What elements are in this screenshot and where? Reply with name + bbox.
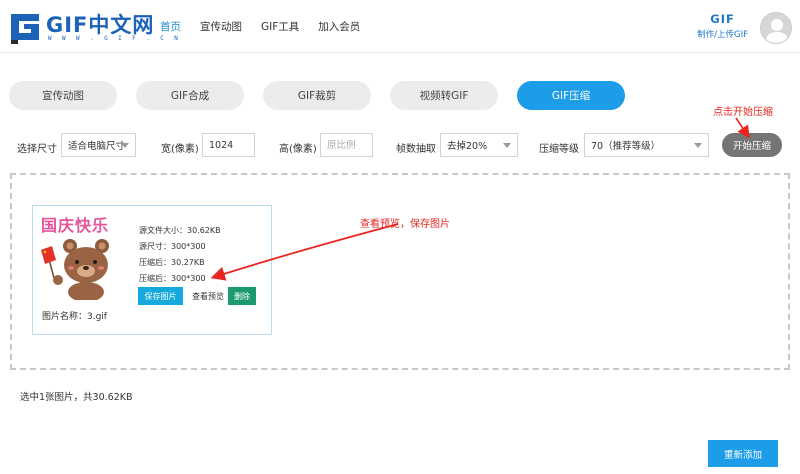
frame-select[interactable]: 去掉20% xyxy=(440,133,518,157)
nav-gif-tools[interactable]: GIF工具 xyxy=(261,19,299,34)
upload-gif-subtitle: 制作/上传GIF xyxy=(697,30,748,40)
chevron-down-icon xyxy=(503,143,511,148)
info-compressed-size: 压缩后：30.27KB xyxy=(139,258,205,267)
image-dropzone[interactable]: 国庆快乐 源文件大小：30.62KB 源尺寸：300*300 压缩后：30.27… xyxy=(10,173,790,370)
delete-button[interactable]: 删除 xyxy=(228,287,256,305)
height-label: 高(像素) xyxy=(279,144,317,155)
tab-gif-compose[interactable]: GIF合成 xyxy=(136,81,244,110)
main-nav: 首页 宣传动图 GIF工具 加入会员 xyxy=(160,0,379,53)
frame-label: 帧数抽取 xyxy=(396,144,436,155)
height-input[interactable] xyxy=(320,133,373,157)
gif-thumbnail[interactable]: 国庆快乐 xyxy=(38,212,126,300)
image-card: 国庆快乐 源文件大小：30.62KB 源尺寸：300*300 压缩后：30.27… xyxy=(32,205,272,335)
image-filename: 图片名称：3.gif xyxy=(42,312,107,322)
tab-promo-gif[interactable]: 宣传动图 xyxy=(9,81,117,110)
width-input[interactable] xyxy=(202,133,255,157)
re-add-button[interactable]: 重新添加 xyxy=(708,440,778,467)
save-image-button[interactable]: 保存图片 xyxy=(138,287,183,305)
frame-select-value: 去掉20% xyxy=(447,141,488,152)
size-select[interactable]: 适合电脑尺寸 xyxy=(61,133,136,157)
size-label: 选择尺寸 xyxy=(17,144,57,155)
nav-home[interactable]: 首页 xyxy=(160,19,181,34)
preview-hint-annotation: 查看预览，保存图片 xyxy=(360,219,450,230)
avatar-silhouette-icon xyxy=(765,19,789,43)
upload-gif-link[interactable]: GIF 制作/上传GIF xyxy=(697,12,748,40)
start-compress-button[interactable]: 开始压缩 xyxy=(722,133,782,157)
start-hint-annotation: 点击开始压缩 xyxy=(713,107,773,118)
selection-summary: 选中1张图片，共30.62KB xyxy=(20,392,133,403)
level-label: 压缩等级 xyxy=(539,144,579,155)
info-original-dimensions: 源尺寸：300*300 xyxy=(139,242,206,251)
size-select-value: 适合电脑尺寸 xyxy=(68,141,126,152)
top-header: GIF中文网 W W W . G I F . C N 首页 宣传动图 GIF工具… xyxy=(0,0,800,53)
nav-join-member[interactable]: 加入会员 xyxy=(318,19,360,34)
logo-mark-icon xyxy=(11,14,39,44)
image-info: 源文件大小：30.62KB 源尺寸：300*300 压缩后：30.27KB 压缩… xyxy=(139,223,221,287)
thumbnail-caption: 国庆快乐 xyxy=(41,216,110,235)
preview-link[interactable]: 查看预览 xyxy=(192,291,224,302)
bear-with-flag-icon xyxy=(41,239,109,300)
tab-gif-crop[interactable]: GIF裁剪 xyxy=(263,81,371,110)
nav-promo-gif[interactable]: 宣传动图 xyxy=(200,19,242,34)
site-logo[interactable]: GIF中文网 W W W . G I F . C N xyxy=(8,8,178,46)
info-compressed-dimensions: 压缩后：300*300 xyxy=(139,274,206,283)
upload-gif-title: GIF xyxy=(710,12,735,26)
chevron-down-icon xyxy=(694,143,702,148)
info-original-size: 源文件大小：30.62KB xyxy=(139,226,221,235)
chevron-down-icon xyxy=(121,143,129,148)
width-label: 宽(像素) xyxy=(161,144,199,155)
level-select[interactable]: 70（推荐等级） xyxy=(584,133,709,157)
level-select-value: 70（推荐等级） xyxy=(591,141,661,152)
user-avatar-icon[interactable] xyxy=(760,12,792,44)
tab-video-to-gif[interactable]: 视频转GIF xyxy=(390,81,498,110)
tab-gif-compress[interactable]: GIF压缩 xyxy=(517,81,625,110)
